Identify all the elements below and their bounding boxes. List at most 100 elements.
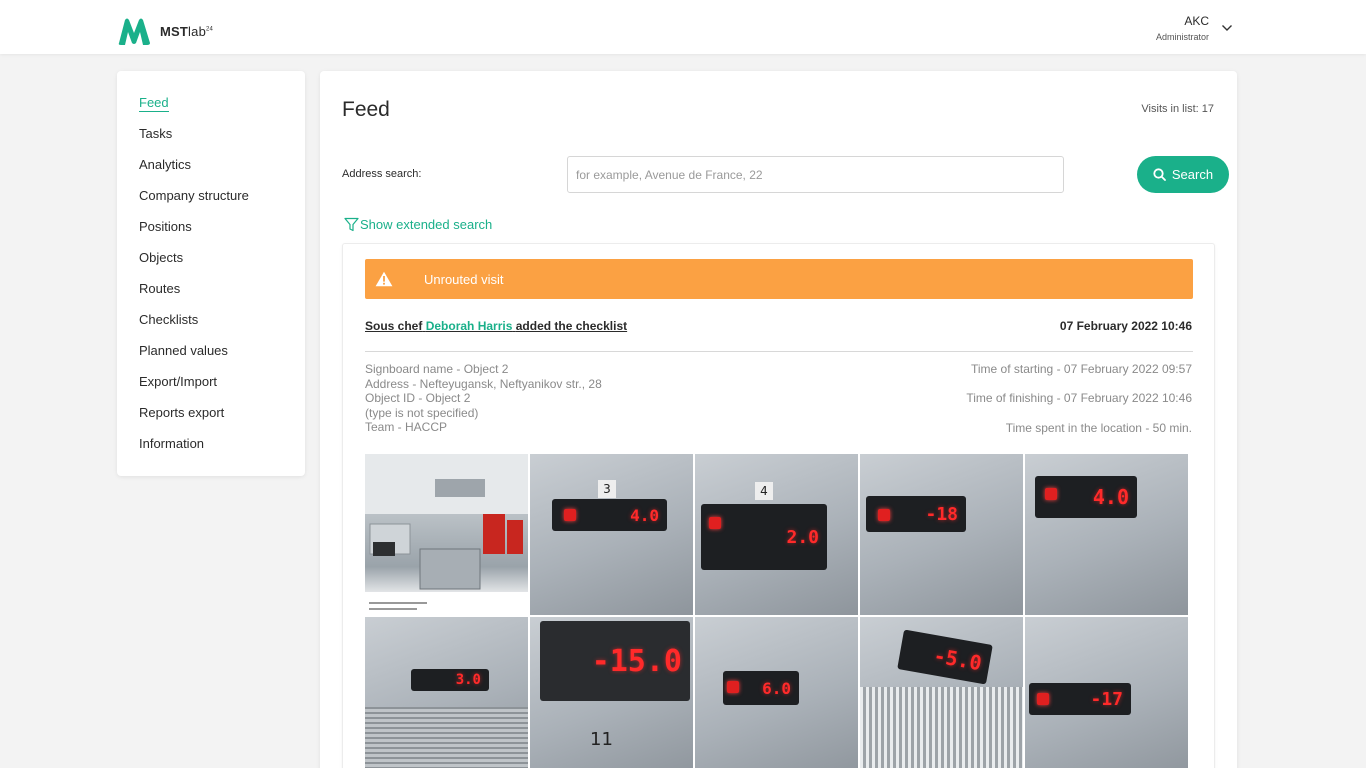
- object-id: Object ID - Object 2: [365, 391, 471, 406]
- brand-name: MST: [160, 23, 189, 39]
- sidebar-item-label: Information: [139, 436, 205, 451]
- alert-text: Unrouted visit: [424, 271, 504, 287]
- chevron-down-icon[interactable]: [1221, 24, 1233, 32]
- sidebar-item-export-import[interactable]: Export/Import: [117, 375, 305, 406]
- visits-counter: Visits in list: 17: [1141, 103, 1214, 115]
- photo-thumbnail[interactable]: 6.0: [695, 617, 858, 768]
- user-role: Administrator: [1155, 32, 1209, 42]
- sidebar-item-positions[interactable]: Positions: [117, 220, 305, 251]
- indicator-light: [1045, 488, 1057, 500]
- photo-thumbnail[interactable]: 4.0: [1025, 454, 1188, 615]
- user-name: AKC: [1184, 14, 1209, 28]
- sidebar-item-checklists[interactable]: Checklists: [117, 313, 305, 344]
- time-start: Time of starting - 07 February 2022 09:5…: [970, 362, 1192, 376]
- photo-label: 3: [598, 480, 616, 498]
- sidebar-item-objects[interactable]: Objects: [117, 251, 305, 282]
- sidebar-item-label: Reports export: [139, 405, 225, 420]
- divider: [365, 351, 1193, 352]
- sidebar-item-company-structure[interactable]: Company structure: [117, 189, 305, 220]
- visit-card: Unrouted visit Sous chef Deborah Harris …: [342, 243, 1215, 768]
- team: Team - HACCP: [365, 420, 448, 435]
- temperature-display: 2.0: [701, 504, 827, 570]
- event-action: added the checklist: [515, 319, 628, 333]
- event-role: Sous chef: [365, 319, 423, 333]
- time-spent: Time spent in the location - 50 min.: [1005, 420, 1192, 435]
- sidebar-item-analytics[interactable]: Analytics: [117, 158, 305, 189]
- temperature-readout: 4.0: [630, 505, 659, 525]
- temperature-readout: -15.0: [591, 643, 682, 679]
- search-button-label: Search: [1171, 167, 1214, 182]
- vent-grille: [365, 707, 528, 768]
- photo-thumbnail[interactable]: 3 4.0: [530, 454, 693, 615]
- temperature-readout: -5.0: [931, 643, 984, 676]
- main-panel: Feed Visits in list: 17 Address search: …: [320, 71, 1237, 768]
- temperature-readout: -17: [1090, 688, 1123, 710]
- kitchen-photo-image: [365, 454, 528, 615]
- indicator-light: [727, 681, 739, 693]
- signboard-name: Signboard name - Object 2: [365, 362, 509, 376]
- photo-thumbnail[interactable]: -18: [860, 454, 1023, 615]
- sidebar-item-label: Analytics: [139, 157, 192, 172]
- indicator-light: [709, 517, 721, 529]
- sidebar-item-label: Positions: [139, 219, 192, 234]
- sidebar-item-feed[interactable]: Feed: [117, 95, 305, 127]
- sidebar-item-reports-export[interactable]: Reports export: [117, 406, 305, 437]
- photo-label: 4: [755, 482, 773, 500]
- sidebar-item-label: Export/Import: [139, 374, 218, 389]
- user-menu[interactable]: AKC Administrator: [1156, 14, 1209, 42]
- photo-thumbnail[interactable]: [365, 454, 528, 615]
- sidebar-item-label: Planned values: [139, 343, 228, 358]
- extended-search-toggle[interactable]: Show extended search: [344, 217, 492, 232]
- sidebar-item-label: Company structure: [139, 188, 249, 203]
- sidebar-item-label: Feed: [139, 95, 169, 112]
- event-headline[interactable]: Sous chef Deborah Harris added the check…: [365, 319, 627, 333]
- top-bar: MSTlab24 AKC Administrator: [0, 0, 1366, 54]
- photo-label: 11: [590, 729, 613, 750]
- visit-details: Signboard name - Object 2 Address - Neft…: [365, 362, 602, 435]
- sidebar-item-planned-values[interactable]: Planned values: [117, 344, 305, 375]
- temperature-readout: 4.0: [1092, 485, 1129, 509]
- sidebar-item-tasks[interactable]: Tasks: [117, 127, 305, 158]
- sidebar-item-information[interactable]: Information: [117, 437, 305, 468]
- photo-thumbnail[interactable]: -15.0 11: [530, 617, 693, 768]
- photo-thumbnail[interactable]: 3.0: [365, 617, 528, 768]
- indicator-light: [564, 509, 576, 521]
- search-button[interactable]: Search: [1137, 156, 1229, 193]
- address-search-input[interactable]: [567, 156, 1064, 193]
- temperature-readout: 2.0: [786, 526, 819, 548]
- indicator-light: [878, 509, 890, 521]
- sidebar-item-label: Tasks: [139, 126, 173, 141]
- logo[interactable]: MSTlab24: [117, 17, 213, 45]
- object-type: (type is not specified): [365, 405, 479, 420]
- event-datetime: 07 February 2022 10:46: [1059, 319, 1192, 333]
- sidebar-item-routes[interactable]: Routes: [117, 282, 305, 313]
- search-icon: [1153, 168, 1166, 181]
- photo-thumbnail[interactable]: 4 2.0: [695, 454, 858, 615]
- temperature-display: 3.0: [411, 669, 489, 691]
- event-person-link[interactable]: Deborah Harris: [426, 319, 513, 333]
- temperature-display: -5.0: [897, 629, 993, 685]
- visits-label: Visits in list:: [1141, 103, 1199, 115]
- photo-thumbnail[interactable]: -5.0: [860, 617, 1023, 768]
- filter-icon: [344, 217, 359, 232]
- warning-icon: [375, 271, 393, 287]
- sidebar-item-label: Checklists: [139, 312, 199, 327]
- sidebar-item-label: Objects: [139, 250, 184, 265]
- brand-sup: 24: [206, 26, 214, 33]
- visit-address: Address - Nefteyugansk, Neftyanikov str.…: [365, 376, 602, 391]
- temperature-display: -15.0: [540, 621, 690, 701]
- sidebar-item-label: Routes: [139, 281, 181, 296]
- visit-times: Time of starting - 07 February 2022 09:5…: [966, 362, 1192, 450]
- page-title: Feed: [342, 98, 390, 121]
- logo-icon: [118, 18, 150, 45]
- temperature-readout: 6.0: [762, 678, 791, 698]
- photo-thumbnail[interactable]: -17: [1025, 617, 1188, 768]
- photo-grid: 3 4.0 4 2.0 -18 4.0 3.0 -15.0 11 6.0 -5.…: [365, 454, 1193, 768]
- visits-count: 17: [1201, 103, 1214, 115]
- logo-text: MSTlab24: [160, 24, 213, 39]
- brand-suffix: lab: [188, 23, 206, 39]
- time-finish: Time of finishing - 07 February 2022 10:…: [966, 391, 1192, 406]
- sidebar: Feed Tasks Analytics Company structure P…: [117, 71, 305, 476]
- temperature-readout: 3.0: [455, 672, 481, 688]
- extended-search-label: Show extended search: [360, 217, 493, 232]
